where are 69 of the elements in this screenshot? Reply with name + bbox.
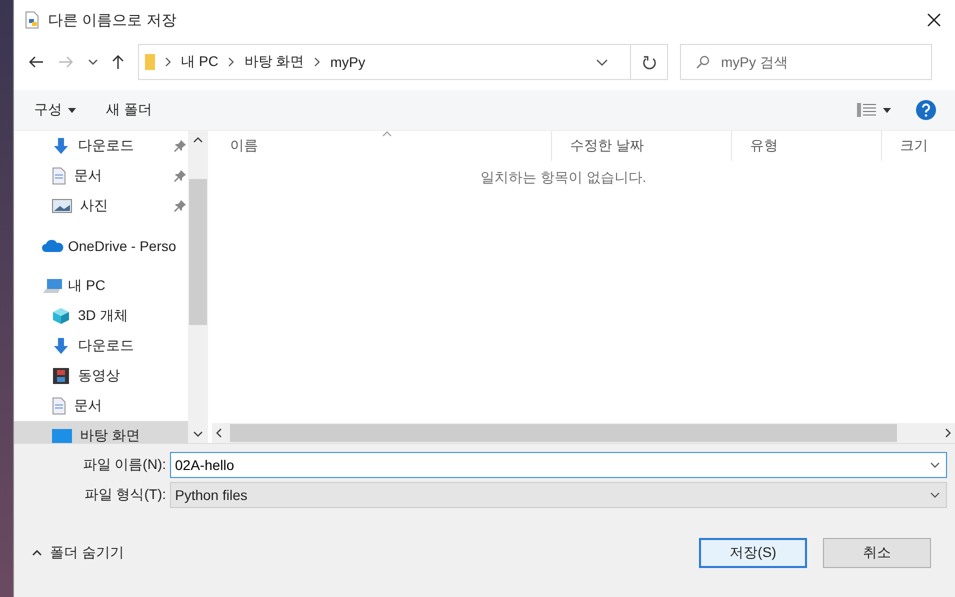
computer-icon — [42, 278, 64, 294]
sidebar-item[interactable]: OneDrive - Perso — [14, 231, 188, 261]
new-folder-button[interactable]: 새 폴더 — [100, 97, 158, 123]
pin-icon[interactable] — [174, 140, 186, 152]
sidebar-item[interactable]: 3D 개체 — [14, 301, 188, 331]
list-view-icon — [857, 103, 877, 117]
refresh-icon — [642, 54, 656, 70]
cancel-button[interactable]: 취소 — [823, 538, 931, 568]
file-type-dropdown[interactable]: Python files — [170, 482, 947, 508]
sidebar-item[interactable]: 문서 — [14, 161, 188, 191]
sidebar-item[interactable]: 바탕 화면 — [14, 421, 188, 443]
empty-message: 일치하는 항목이 없습니다. — [480, 169, 648, 187]
chevron-up-icon — [32, 550, 42, 556]
column-header[interactable]: 크기 — [882, 131, 955, 161]
scroll-down-icon[interactable] — [193, 431, 203, 437]
sidebar-item[interactable]: 다운로드 — [14, 331, 188, 361]
breadcrumb[interactable]: 내 PC — [181, 53, 218, 71]
up-arrow-icon[interactable] — [112, 54, 124, 70]
download-arrow-icon — [52, 137, 70, 155]
document-icon — [52, 167, 66, 185]
scroll-up-icon[interactable] — [193, 137, 203, 143]
back-arrow-icon[interactable] — [28, 56, 44, 68]
download-arrow-icon — [52, 337, 70, 355]
cube-icon — [52, 307, 70, 325]
folder-icon — [145, 53, 155, 71]
chevron-right-icon — [314, 57, 320, 67]
chevron-down-icon — [930, 492, 940, 498]
column-header[interactable]: 수정한 날짜 — [552, 131, 732, 161]
scrollbar-thumb[interactable] — [189, 179, 207, 325]
save-button[interactable]: 저장(S) — [699, 538, 807, 568]
sidebar-item[interactable]: 사진 — [14, 191, 188, 221]
chevron-down-icon[interactable] — [88, 59, 98, 65]
breadcrumb[interactable]: myPy — [330, 54, 366, 70]
column-header[interactable]: 이름 — [212, 131, 552, 161]
window-title: 다른 이름으로 저장 — [48, 10, 176, 30]
chevron-right-icon — [165, 57, 171, 67]
help-icon[interactable] — [915, 99, 937, 121]
scroll-right-icon[interactable] — [945, 428, 951, 438]
address-bar[interactable]: 내 PC 바탕 화면 myPy — [138, 44, 668, 80]
sidebar-item[interactable]: 동영상 — [14, 361, 188, 391]
desktop-icon — [52, 429, 72, 443]
pin-icon[interactable] — [174, 170, 186, 182]
sidebar-item[interactable]: 문서 — [14, 391, 188, 421]
sort-up-icon — [382, 131, 392, 137]
document-icon — [52, 397, 66, 415]
chevron-right-icon — [228, 57, 234, 67]
close-icon[interactable] — [927, 13, 941, 27]
breadcrumb[interactable]: 바탕 화면 — [244, 53, 304, 71]
pin-icon[interactable] — [174, 200, 186, 212]
chevron-down-icon[interactable] — [596, 58, 608, 66]
field-label: 파일 이름(N): — [82, 456, 167, 474]
sidebar-item[interactable]: 내 PC — [14, 271, 188, 301]
search-icon — [696, 55, 710, 69]
photo-icon — [52, 199, 72, 213]
film-strip-icon — [52, 367, 70, 385]
search-field[interactable]: myPy 검색 — [680, 44, 932, 80]
field-label: 파일 형식(T): — [83, 486, 167, 504]
file-name-field[interactable]: 02A-hello — [170, 452, 947, 478]
dropdown-caret-icon — [68, 108, 76, 112]
sidebar-item[interactable]: 다운로드 — [14, 131, 188, 161]
hide-folders-button[interactable]: 폴더 숨기기 — [26, 543, 130, 563]
scroll-left-icon[interactable] — [216, 428, 222, 438]
scrollbar-thumb[interactable] — [230, 424, 897, 442]
organize-menu-button[interactable]: 구성 — [28, 97, 82, 123]
column-header[interactable]: 유형 — [732, 131, 882, 161]
dropdown-caret-icon — [883, 108, 891, 112]
python-file-icon — [24, 11, 40, 29]
cloud-icon — [42, 239, 64, 253]
chevron-down-icon[interactable] — [930, 462, 940, 468]
